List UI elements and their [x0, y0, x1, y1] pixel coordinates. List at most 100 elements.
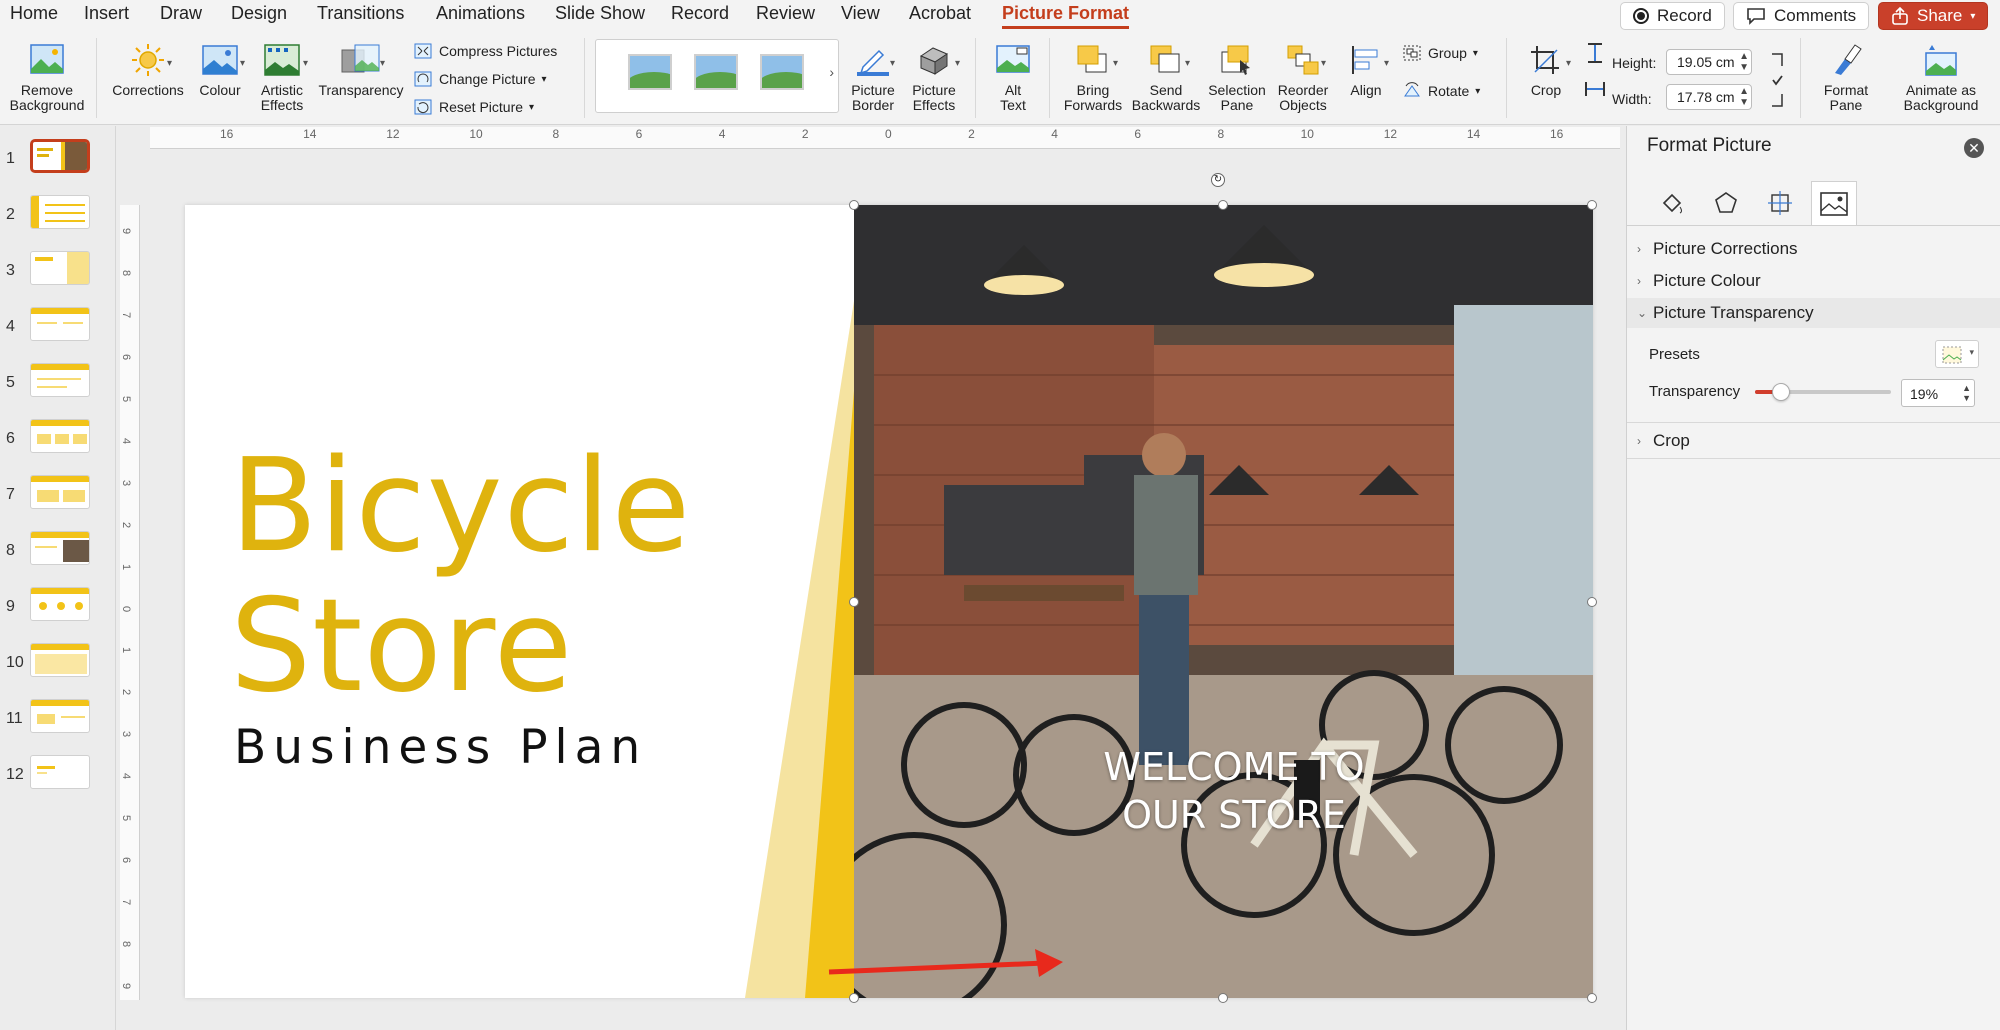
tab-review[interactable]: Review — [756, 3, 815, 24]
send-backwards-button[interactable]: Send Backwards — [1128, 40, 1204, 113]
transparency-stepper[interactable]: ▲ ▼ — [1962, 383, 1971, 403]
picture-style-option[interactable] — [694, 54, 738, 90]
record-button[interactable]: Record — [1620, 2, 1725, 30]
slide-thumbnail[interactable]: 7 — [0, 472, 116, 512]
tab-design[interactable]: Design — [231, 3, 287, 24]
comments-button[interactable]: Comments — [1733, 2, 1870, 30]
lock-aspect-ratio-icon[interactable] — [1770, 50, 1784, 110]
slide-thumbnail[interactable]: 3 — [0, 248, 116, 288]
chevron-right-icon: › — [1637, 434, 1641, 448]
slide-thumbnail[interactable]: 11 — [0, 696, 116, 736]
slide-thumbnail-image — [30, 587, 90, 621]
colour-button[interactable]: Colour — [190, 40, 250, 98]
gallery-more-icon[interactable]: › — [829, 64, 834, 80]
picture-styles-gallery[interactable]: › — [595, 39, 839, 113]
tab-record[interactable]: Record — [671, 3, 729, 24]
ruler-tick-label: 5 — [120, 815, 133, 822]
selection-pane-button[interactable]: Selection Pane — [1203, 40, 1271, 113]
remove-background-button[interactable]: Remove Background — [8, 40, 86, 113]
resize-handle[interactable] — [1587, 200, 1597, 210]
bring-forwards-icon — [1073, 40, 1113, 80]
width-stepper[interactable]: ▲ ▼ — [1739, 86, 1749, 108]
tab-home[interactable]: Home — [10, 3, 58, 24]
format-pane-button[interactable]: Format Pane — [1808, 40, 1884, 113]
tab-acrobat[interactable]: Acrobat — [909, 3, 971, 24]
tab-picture-format[interactable]: Picture Format — [1002, 3, 1130, 29]
align-button[interactable]: Align — [1338, 40, 1394, 98]
slide-title-line1[interactable]: Bicycle — [230, 437, 691, 577]
artistic-effects-button[interactable]: Artistic Effects — [252, 40, 312, 113]
width-field[interactable]: 17.78 cm ▲ ▼ — [1666, 84, 1752, 110]
tab-view[interactable]: View — [841, 3, 880, 24]
slide-thumbnail[interactable]: 12 — [0, 752, 116, 792]
reset-picture-icon — [414, 99, 432, 115]
resize-handle[interactable] — [1587, 993, 1597, 1003]
picture-style-option[interactable] — [628, 54, 672, 90]
slide-thumbnail[interactable]: 4 — [0, 304, 116, 344]
crop-section[interactable]: › Crop — [1627, 426, 2000, 456]
slide-thumbnail[interactable]: 9 — [0, 584, 116, 624]
tab-picture[interactable] — [1811, 181, 1857, 225]
animate-as-background-button[interactable]: Animate as Background — [1893, 40, 1989, 113]
slide-thumbnail[interactable]: 6 — [0, 416, 116, 456]
picture-corrections-section[interactable]: › Picture Corrections — [1627, 234, 2000, 264]
pen-border-icon — [853, 40, 893, 80]
picture-style-option[interactable] — [760, 54, 804, 90]
change-picture-button[interactable]: Change Picture ▾ — [413, 70, 547, 88]
bike-store-photo[interactable]: WELCOME TO OUR STORE — [854, 205, 1593, 998]
fill-line-icon — [1662, 193, 1682, 214]
tab-fill-line[interactable] — [1649, 181, 1695, 225]
ribbon-divider — [1049, 38, 1050, 118]
resize-handle[interactable] — [1218, 993, 1228, 1003]
height-stepper[interactable]: ▲ ▼ — [1739, 51, 1749, 73]
transparency-label: Transparency — [1649, 383, 1741, 400]
slide-canvas[interactable]: Bicycle Store Business Plan WELCOME TO O… — [185, 205, 1593, 998]
picture-effects-button[interactable]: Picture Effects — [904, 40, 964, 113]
tab-transitions[interactable]: Transitions — [317, 3, 404, 24]
resize-handle[interactable] — [1218, 200, 1228, 210]
slide-thumbnail[interactable]: 10 — [0, 640, 116, 680]
close-icon[interactable]: ✕ — [1964, 138, 1984, 158]
share-button[interactable]: Share ▾ — [1878, 2, 1989, 30]
ribbon-toolbar: Remove Background Corrections ▾ Colour ▾… — [0, 30, 2000, 125]
resize-handle[interactable] — [849, 993, 859, 1003]
picture-transparency-section[interactable]: ⌄ Picture Transparency — [1627, 298, 2000, 328]
slide-thumbnail[interactable]: 1 — [0, 136, 116, 176]
crop-button[interactable]: Crop — [1515, 40, 1577, 98]
slide-thumbnail[interactable]: 5 — [0, 360, 116, 400]
ruler-tick-label: 6 — [1134, 127, 1142, 141]
tab-effects[interactable] — [1703, 181, 1749, 225]
height-field[interactable]: 19.05 cm ▲ ▼ — [1666, 49, 1752, 75]
transparency-slider[interactable] — [1755, 383, 1891, 401]
presets-dropdown[interactable]: ▾ — [1935, 340, 1979, 368]
rotate-button[interactable]: Rotate ▾ — [1402, 82, 1480, 100]
transparency-button[interactable]: Transparency — [316, 40, 406, 98]
corrections-button[interactable]: Corrections — [108, 40, 188, 98]
compress-icon — [414, 43, 432, 59]
resize-handle[interactable] — [849, 200, 859, 210]
tab-draw[interactable]: Draw — [160, 3, 202, 24]
rotate-handle[interactable]: ↻ — [1211, 173, 1225, 187]
resize-handle[interactable] — [849, 597, 859, 607]
transparency-field[interactable]: 19% ▲ ▼ — [1901, 379, 1975, 407]
ruler-tick-label: 16 — [220, 127, 234, 141]
tab-insert[interactable]: Insert — [84, 3, 129, 24]
transparency-slider-knob[interactable] — [1771, 383, 1790, 401]
chevron-down-icon: ▾ — [1113, 58, 1119, 69]
tab-size-properties[interactable] — [1757, 181, 1803, 225]
reorder-objects-button[interactable]: Reorder Objects — [1270, 40, 1336, 113]
alt-text-button[interactable]: Alt Text — [985, 40, 1041, 113]
picture-colour-section[interactable]: › Picture Colour — [1627, 266, 2000, 296]
slide-title-line2[interactable]: Store — [230, 577, 573, 717]
group-button[interactable]: Group ▾ — [1402, 44, 1478, 62]
slide-thumbnail[interactable]: 2 — [0, 192, 116, 232]
tab-slide-show[interactable]: Slide Show — [555, 3, 645, 24]
slide-subtitle[interactable]: Business Plan — [234, 720, 647, 775]
bring-forwards-button[interactable]: Bring Forwards — [1058, 40, 1128, 113]
reset-picture-button[interactable]: Reset Picture ▾ — [413, 98, 534, 116]
picture-border-button[interactable]: Picture Border — [843, 40, 903, 113]
resize-handle[interactable] — [1587, 597, 1597, 607]
compress-pictures-button[interactable]: Compress Pictures — [413, 42, 557, 60]
tab-animations[interactable]: Animations — [436, 3, 525, 24]
slide-thumbnail[interactable]: 8 — [0, 528, 116, 568]
